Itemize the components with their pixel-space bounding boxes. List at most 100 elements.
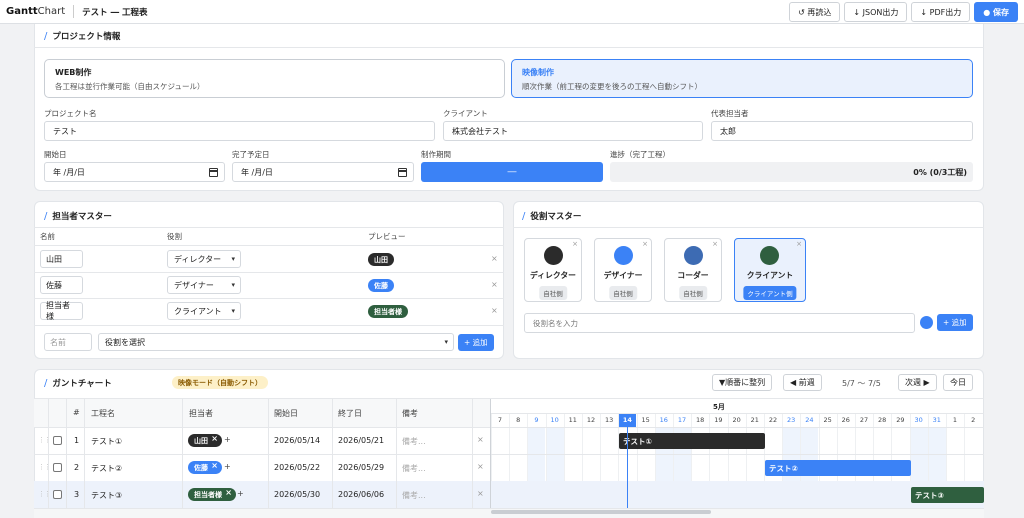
task-note[interactable]: 備考... [402, 490, 426, 501]
end-date-input[interactable]: 年 /月/日 [232, 162, 414, 182]
mode-web-option[interactable]: WEB制作 各工程は並行作業可能（自由スケジュール） [44, 59, 505, 98]
scrollbar-thumb[interactable] [491, 510, 711, 514]
role-side-tag: 自社側 [679, 286, 707, 300]
day-header-cell: 11 [568, 416, 577, 424]
delete-icon[interactable]: × [491, 280, 498, 289]
assignee-role-select[interactable]: デザイナー ▾ [167, 276, 241, 294]
app-logo[interactable]: GanttChart [6, 6, 65, 17]
chevron-down-icon: ▾ [231, 281, 235, 289]
task-note[interactable]: 備考... [402, 463, 426, 474]
row-checkbox[interactable] [53, 436, 62, 445]
day-header-cell: 2 [971, 416, 976, 424]
today-line [627, 427, 628, 508]
role-color-picker[interactable] [920, 316, 933, 329]
gantt-divider [34, 427, 984, 428]
task-start-date[interactable]: 2026/05/14 [274, 436, 320, 445]
col-header-start: 開始日 [274, 409, 298, 418]
client-label: クライアント [443, 109, 488, 118]
role-card[interactable]: デザイナー 自社側 × [594, 238, 652, 302]
calendar-icon[interactable] [398, 168, 407, 177]
json-export-button[interactable]: ↓ JSON出力 [844, 2, 908, 22]
assignee-role-select[interactable]: ディレクター ▾ [167, 250, 241, 268]
task-end-date[interactable]: 2026/06/06 [338, 490, 384, 499]
role-side-tag: クライアント側 [743, 286, 797, 300]
task-number: 1 [74, 436, 80, 445]
gantt-bar[interactable]: テスト③ [911, 487, 984, 503]
assignee-chip[interactable]: 佐藤 × [188, 461, 222, 474]
end-date-value: 年 /月/日 [241, 167, 273, 177]
calendar-icon[interactable] [209, 168, 218, 177]
assignee-name-input[interactable]: 佐藤 [40, 276, 83, 294]
new-assignee-name-input[interactable]: 名前 [44, 333, 92, 351]
row-checkbox[interactable] [53, 490, 62, 499]
delete-icon[interactable]: × [477, 489, 484, 498]
delete-icon[interactable]: × [477, 462, 484, 471]
representative-input[interactable]: 太郎 [711, 121, 973, 141]
role-color-dot [684, 246, 703, 265]
close-icon[interactable]: × [712, 240, 718, 248]
header-divider [73, 5, 75, 18]
role-select-value: ディレクター [174, 254, 222, 264]
gantt-bar[interactable]: テスト② [765, 460, 911, 476]
reload-button[interactable]: ↺ 再読込 [789, 2, 841, 22]
assignee-role-select[interactable]: クライアント ▾ [167, 302, 241, 320]
task-start-date[interactable]: 2026/05/30 [274, 490, 320, 499]
row-checkbox[interactable] [53, 463, 62, 472]
close-icon[interactable]: × [225, 488, 232, 497]
day-header-cell: 25 [823, 416, 832, 424]
client-input[interactable]: 株式会社テスト [443, 121, 703, 141]
project-name-input[interactable]: テスト [44, 121, 435, 141]
task-name[interactable]: テスト② [91, 463, 122, 474]
start-date-input[interactable]: 年 /月/日 [44, 162, 225, 182]
progress-label: 進捗（完了工程） [610, 150, 670, 159]
col-header-end: 終了日 [338, 409, 362, 418]
pdf-export-button[interactable]: ↓ PDF出力 [911, 2, 971, 22]
task-note[interactable]: 備考... [402, 436, 426, 447]
add-role-button[interactable]: + 追加 [937, 314, 973, 331]
sort-button[interactable]: ▼順番に整列 [712, 374, 773, 391]
next-week-button[interactable]: 次週 ▶ [898, 374, 937, 391]
task-start-date[interactable]: 2026/05/22 [274, 463, 320, 472]
close-icon[interactable]: × [642, 240, 648, 248]
close-icon[interactable]: × [796, 240, 802, 248]
new-assignee-role-select[interactable]: 役割を選択 ▾ [98, 333, 454, 351]
project-info-title: / プロジェクト情報 [44, 30, 121, 43]
role-name: ディレクター [530, 271, 576, 280]
add-assignee-button[interactable]: + 追加 [458, 334, 494, 351]
mode-video-option[interactable]: 映像制作 順次作業（前工程の変更を後ろの工程へ自動シフト） [511, 59, 973, 98]
task-name[interactable]: テスト① [91, 436, 122, 447]
role-select-value: クライアント [174, 306, 222, 316]
close-icon[interactable]: × [572, 240, 578, 248]
prev-week-button[interactable]: ◀ 前週 [783, 374, 822, 391]
assignee-chip[interactable]: 担当者様 × [188, 488, 236, 501]
document-title: テスト ― 工程表 [82, 7, 148, 18]
day-header-cell: 21 [750, 416, 759, 424]
task-name[interactable]: テスト③ [91, 490, 122, 501]
task-end-date[interactable]: 2026/05/29 [338, 463, 384, 472]
col-header-role: 役割 [167, 232, 182, 241]
delete-icon[interactable]: × [491, 306, 498, 315]
day-header-cell: 29 [896, 416, 905, 424]
close-icon[interactable]: × [211, 461, 218, 470]
day-header-cell: 15 [641, 416, 650, 424]
day-header-cell: 19 [714, 416, 723, 424]
delete-icon[interactable]: × [491, 254, 498, 263]
role-card[interactable]: コーダー 自社側 × [664, 238, 722, 302]
add-assignee-icon[interactable]: + [224, 435, 231, 444]
role-name-input[interactable]: 役割名を入力 [524, 313, 915, 333]
save-button[interactable]: ● 保存 [974, 2, 1018, 22]
role-card[interactable]: ディレクター 自社側 × [524, 238, 582, 302]
add-assignee-icon[interactable]: + [224, 462, 231, 471]
gantt-bar[interactable]: テスト① [619, 433, 765, 449]
table-row-divider [34, 454, 984, 455]
assignee-chip[interactable]: 山田 × [188, 434, 222, 447]
add-assignee-icon[interactable]: + [237, 489, 244, 498]
assignee-name-input[interactable]: 山田 [40, 250, 83, 268]
today-button[interactable]: 今日 [943, 374, 973, 391]
close-icon[interactable]: × [211, 434, 218, 443]
assignee-preview-badge: 山田 [368, 253, 394, 266]
role-card[interactable]: クライアント クライアント側 × [734, 238, 806, 302]
delete-icon[interactable]: × [477, 435, 484, 444]
assignee-name-input[interactable]: 担当者様 [40, 301, 83, 321]
task-end-date[interactable]: 2026/05/21 [338, 436, 384, 445]
